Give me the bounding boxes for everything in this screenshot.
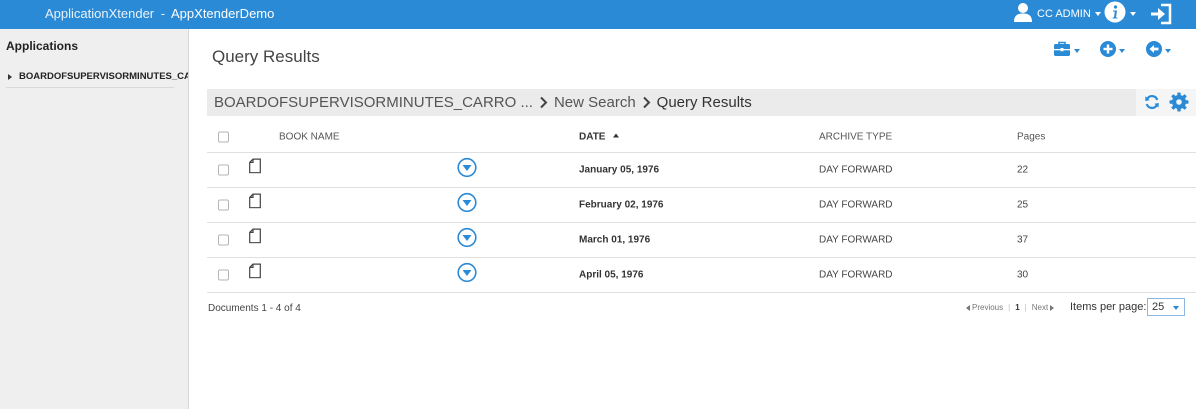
row-checkbox[interactable] — [218, 234, 229, 246]
pagination: Previous | 1 | Next — [966, 303, 1055, 312]
add-menu-button[interactable] — [1100, 40, 1125, 62]
back-menu-button[interactable] — [1146, 40, 1171, 62]
document-icon[interactable] — [249, 158, 261, 178]
dropdown-circle-icon — [457, 262, 477, 283]
column-header-date[interactable]: DATE — [579, 131, 620, 142]
breadcrumb-bar: BOARDOFSUPERVISORMINUTES_CARRO ... New S… — [207, 89, 1196, 116]
user-icon — [1013, 2, 1033, 27]
date-cell: February 02, 1976 — [579, 199, 664, 211]
chevron-down-icon — [1130, 12, 1136, 16]
user-menu-button[interactable]: CC ADMIN — [1013, 2, 1101, 27]
breadcrumb-actions — [1136, 89, 1196, 116]
archive-type-cell: DAY FORWARD — [819, 164, 893, 176]
chevron-right-icon — [539, 96, 548, 109]
info-menu-button[interactable] — [1104, 1, 1136, 28]
table-row[interactable]: January 05, 1976 DAY FORWARD 22 — [207, 153, 1196, 188]
row-checkbox[interactable] — [218, 164, 229, 176]
gear-icon[interactable] — [1169, 92, 1189, 117]
sidebar-item-application[interactable]: BOARDOFSUPERVISORMINUTES_CA — [8, 71, 188, 82]
pages-cell: 25 — [1017, 199, 1029, 211]
pages-cell: 30 — [1017, 269, 1029, 281]
logout-button[interactable] — [1150, 3, 1172, 30]
back-circle-icon — [1146, 40, 1162, 62]
date-cell: April 05, 1976 — [579, 269, 644, 281]
next-arrow-icon — [1050, 304, 1055, 311]
breadcrumb-new-search[interactable]: New Search — [554, 94, 636, 111]
user-name: CC ADMIN — [1037, 8, 1091, 20]
dropdown-circle-icon — [457, 227, 477, 248]
archive-type-cell: DAY FORWARD — [819, 269, 893, 281]
next-page-link[interactable]: Next — [1032, 303, 1048, 312]
pages-cell: 37 — [1017, 234, 1029, 246]
pager-divider: | — [1024, 303, 1027, 312]
column-header-book-name[interactable]: BOOK NAME — [279, 131, 340, 142]
logout-icon — [1150, 3, 1172, 29]
select-all-checkbox[interactable] — [218, 131, 229, 142]
document-icon[interactable] — [249, 228, 261, 248]
refresh-icon[interactable] — [1144, 94, 1160, 115]
chevron-down-icon — [1094, 12, 1101, 16]
table-row[interactable]: February 02, 1976 DAY FORWARD 25 — [207, 188, 1196, 223]
archive-type-cell: DAY FORWARD — [819, 199, 893, 211]
info-icon — [1104, 1, 1126, 28]
items-per-page-value: 25 — [1152, 301, 1165, 313]
chevron-down-icon — [1074, 49, 1080, 53]
current-page: 1 — [1015, 303, 1020, 312]
chevron-right-icon — [642, 96, 651, 109]
document-count: Documents 1 - 4 of 4 — [208, 303, 301, 314]
column-header-date-label: DATE — [579, 131, 606, 142]
sidebar-title: Applications — [6, 39, 79, 53]
items-per-page-select[interactable]: 25 — [1147, 298, 1185, 316]
row-checkbox[interactable] — [218, 269, 229, 281]
row-menu-button[interactable] — [457, 192, 477, 218]
app-instance: AppXtenderDemo — [171, 6, 275, 21]
dropdown-circle-icon — [457, 157, 477, 178]
page-title: Query Results — [212, 47, 320, 66]
breadcrumb-query-results: Query Results — [656, 94, 752, 111]
archive-type-cell: DAY FORWARD — [819, 234, 893, 246]
dropdown-circle-icon — [457, 192, 477, 213]
table-header-row: BOOK NAME DATE ARCHIVE TYPE Pages — [207, 121, 1196, 153]
column-header-archive-type[interactable]: ARCHIVE TYPE — [819, 131, 892, 142]
breadcrumb: BOARDOFSUPERVISORMINUTES_CARRO ... New S… — [214, 94, 752, 111]
top-bar: ApplicationXtender - AppXtenderDemo CC A… — [0, 0, 1196, 29]
table-row[interactable]: March 01, 1976 DAY FORWARD 37 — [207, 223, 1196, 258]
pages-cell: 22 — [1017, 164, 1029, 176]
row-checkbox[interactable] — [218, 199, 229, 211]
app-name: ApplicationXtender — [45, 6, 155, 21]
app-title: ApplicationXtender - AppXtenderDemo — [45, 6, 274, 21]
document-icon[interactable] — [249, 193, 261, 213]
chevron-down-icon — [1165, 49, 1171, 53]
date-cell: March 01, 1976 — [579, 234, 651, 246]
sort-ascending-icon — [613, 133, 620, 137]
row-menu-button[interactable] — [457, 262, 477, 288]
pager-divider: | — [1008, 303, 1011, 312]
previous-page-link[interactable]: Previous — [972, 303, 1003, 312]
table-row[interactable]: April 05, 1976 DAY FORWARD 30 — [207, 258, 1196, 293]
chevron-down-icon — [1119, 49, 1125, 53]
row-menu-button[interactable] — [457, 227, 477, 253]
sidebar-divider — [6, 87, 174, 88]
sidebar-item-label: BOARDOFSUPERVISORMINUTES_CA — [19, 71, 188, 82]
sidebar: Applications BOARDOFSUPERVISORMINUTES_CA — [0, 29, 189, 409]
expand-arrow-icon[interactable] — [8, 73, 12, 80]
toolbox-menu-button[interactable] — [1053, 41, 1080, 62]
results-table: BOOK NAME DATE ARCHIVE TYPE Pages Januar… — [207, 121, 1196, 293]
chevron-down-icon — [1173, 306, 1179, 310]
items-per-page-label: Items per page: — [1070, 301, 1147, 313]
column-header-pages[interactable]: Pages — [1017, 131, 1045, 142]
previous-arrow-icon — [966, 304, 970, 311]
document-icon[interactable] — [249, 263, 261, 283]
date-cell: January 05, 1976 — [579, 164, 660, 176]
app-title-separator: - — [160, 6, 166, 21]
add-circle-icon — [1100, 40, 1116, 62]
breadcrumb-application[interactable]: BOARDOFSUPERVISORMINUTES_CARRO ... — [214, 94, 533, 111]
row-menu-button[interactable] — [457, 157, 477, 183]
toolbox-icon — [1053, 41, 1071, 62]
